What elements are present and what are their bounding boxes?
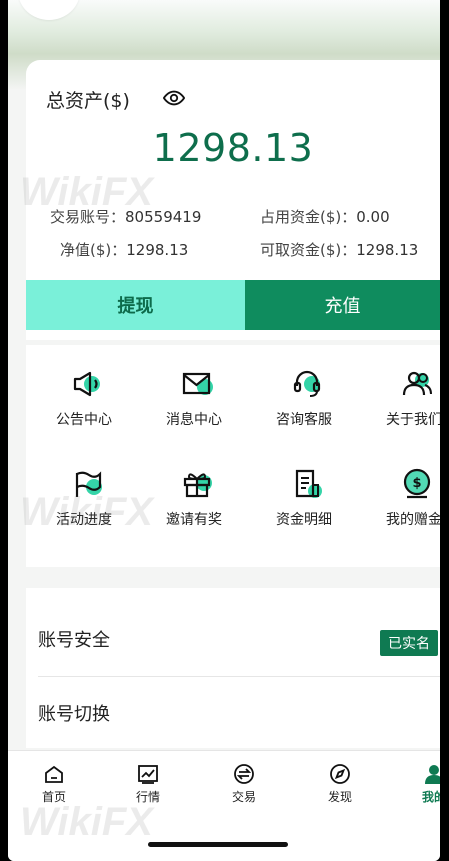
equity-label: 净值($)：: [60, 241, 127, 259]
home-icon: [45, 765, 63, 783]
coin-icon: $: [403, 468, 431, 499]
account-security-label: 账号安全: [38, 630, 110, 651]
tab-profile[interactable]: 我的: [394, 751, 440, 813]
eye-icon[interactable]: [163, 87, 185, 109]
account-number-value: 80559419: [125, 208, 202, 226]
tab-discover[interactable]: 发现: [300, 751, 380, 813]
home-indicator-area: [8, 812, 440, 861]
available-label: 可取资金($)：: [260, 241, 357, 259]
menu-label: 资金明细: [276, 512, 332, 528]
megaphone-icon: [73, 371, 100, 397]
asset-title: 总资产($): [46, 90, 130, 112]
menu-label: 关于我们: [386, 412, 440, 428]
equity-value: 1298.13: [126, 241, 189, 259]
menu-item-announcements[interactable]: 公告中心: [34, 367, 134, 447]
tab-label: 首页: [41, 790, 66, 804]
exchange-icon: [234, 764, 254, 784]
chart-icon: [138, 765, 158, 784]
menu-label: 咨询客服: [276, 412, 332, 428]
available-value: 1298.13: [356, 241, 419, 259]
menu-item-about[interactable]: 关于我们: [364, 367, 440, 447]
verified-badge: 已实名: [380, 630, 438, 656]
app-screen: 总资产($) 1298.13 交易账号：80559419 占用资金($)：0.0…: [8, 0, 440, 861]
compass-icon: [330, 764, 350, 784]
profile-icon: [425, 765, 440, 784]
document-icon: [295, 469, 322, 498]
bottom-tab-bar: 首页 行情 交易 发现 我的: [8, 750, 440, 813]
account-security-row[interactable]: 账号安全 已实名: [26, 604, 440, 674]
available-row: 可取资金($)：1298.13: [260, 239, 418, 260]
menu-label: 我的赠金: [386, 512, 440, 528]
feature-menu: 公告中心 消息中心 咨询客服 关于我们 活动进度 邀请有奖 资金明细 $ 我的赠…: [26, 345, 440, 567]
menu-item-activities[interactable]: 活动进度: [34, 467, 134, 547]
tab-trade[interactable]: 交易: [204, 751, 284, 813]
divider: [38, 676, 440, 677]
envelope-icon: [182, 372, 213, 395]
tab-label: 交易: [231, 790, 256, 804]
menu-label: 消息中心: [166, 412, 222, 428]
account-switch-label: 账号切换: [38, 704, 110, 725]
asset-card: 总资产($) 1298.13 交易账号：80559419 占用资金($)：0.0…: [26, 60, 440, 340]
menu-item-support[interactable]: 咨询客服: [254, 367, 354, 447]
account-number-label: 交易账号：: [50, 208, 126, 226]
menu-item-fund-details[interactable]: 资金明细: [254, 467, 354, 547]
margin-row: 占用资金($)：0.00: [260, 206, 390, 227]
menu-label: 活动进度: [56, 512, 112, 528]
margin-value: 0.00: [356, 208, 390, 226]
menu-item-messages[interactable]: 消息中心: [144, 367, 244, 447]
home-indicator: [148, 842, 288, 847]
tab-label: 行情: [135, 790, 160, 804]
svg-text:$: $: [412, 476, 421, 491]
equity-row: 净值($)：1298.13: [60, 239, 188, 260]
tab-label: 发现: [327, 790, 352, 804]
menu-label: 邀请有奖: [166, 512, 222, 528]
withdraw-button[interactable]: 提现: [26, 280, 245, 330]
users-icon: [402, 371, 432, 396]
account-settings: 账号安全 已实名 账号切换: [26, 588, 440, 748]
headset-icon: [293, 370, 321, 397]
tab-label: 我的: [421, 790, 440, 804]
menu-item-invite[interactable]: 邀请有奖: [144, 467, 244, 547]
margin-label: 占用资金($)：: [260, 208, 357, 226]
menu-label: 公告中心: [56, 412, 112, 428]
tab-home[interactable]: 首页: [14, 751, 94, 813]
deposit-button[interactable]: 充值: [245, 280, 440, 330]
tab-market[interactable]: 行情: [108, 751, 188, 813]
account-switch-row[interactable]: 账号切换: [26, 678, 440, 748]
flag-icon: [75, 471, 102, 497]
account-number-row: 交易账号：80559419: [50, 206, 201, 227]
menu-item-bonus[interactable]: $ 我的赠金: [364, 467, 440, 547]
gift-icon: [183, 473, 212, 498]
total-assets-value: 1298.13: [152, 126, 314, 170]
